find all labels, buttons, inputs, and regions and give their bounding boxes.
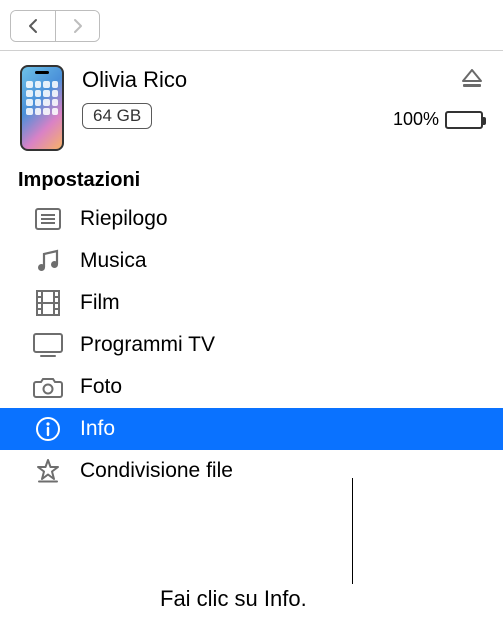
apps-icon [32,458,64,484]
sidebar-item-label: Info [80,417,115,441]
device-thumbnail [20,65,64,151]
device-info: Olivia Rico 64 GB [82,65,393,129]
capacity-badge: 64 GB [82,103,152,129]
back-button[interactable] [11,11,55,41]
sidebar-item-label: Musica [80,249,147,273]
toolbar [0,0,503,51]
sidebar-item-label: Film [80,291,120,315]
device-header: Olivia Rico 64 GB 100% [0,51,503,159]
sidebar-item-label: Foto [80,375,122,399]
eject-icon [461,69,483,89]
battery-icon [445,111,483,129]
chevron-left-icon [27,18,39,34]
sidebar-item-info[interactable]: Info [0,408,503,450]
eject-button[interactable] [461,69,483,89]
sidebar-item-tv[interactable]: Programmi TV [0,324,503,366]
nav-group [10,10,100,42]
tv-icon [32,333,64,357]
forward-button[interactable] [55,11,99,41]
battery-percent: 100% [393,109,439,130]
camera-icon [32,376,64,398]
battery-status: 100% [393,109,483,130]
sidebar-item-label: Riepilogo [80,207,168,231]
chevron-right-icon [72,18,84,34]
sidebar-item-photos[interactable]: Foto [0,366,503,408]
film-icon [32,290,64,316]
sidebar-item-label: Programmi TV [80,333,215,357]
sidebar-item-movies[interactable]: Film [0,282,503,324]
music-icon [32,248,64,274]
info-icon [32,416,64,442]
sidebar-item-filesharing[interactable]: Condivisione file [0,450,503,492]
device-name: Olivia Rico [82,67,393,93]
callout-line [352,478,353,584]
sidebar-item-summary[interactable]: Riepilogo [0,198,503,240]
list-icon [32,208,64,230]
callout-text: Fai clic su Info. [160,586,307,612]
sidebar-item-label: Condivisione file [80,459,233,483]
sidebar-item-music[interactable]: Musica [0,240,503,282]
settings-list: Riepilogo Musica Film Programmi TV Foto … [0,198,503,492]
section-title-settings: Impostazioni [0,159,503,198]
